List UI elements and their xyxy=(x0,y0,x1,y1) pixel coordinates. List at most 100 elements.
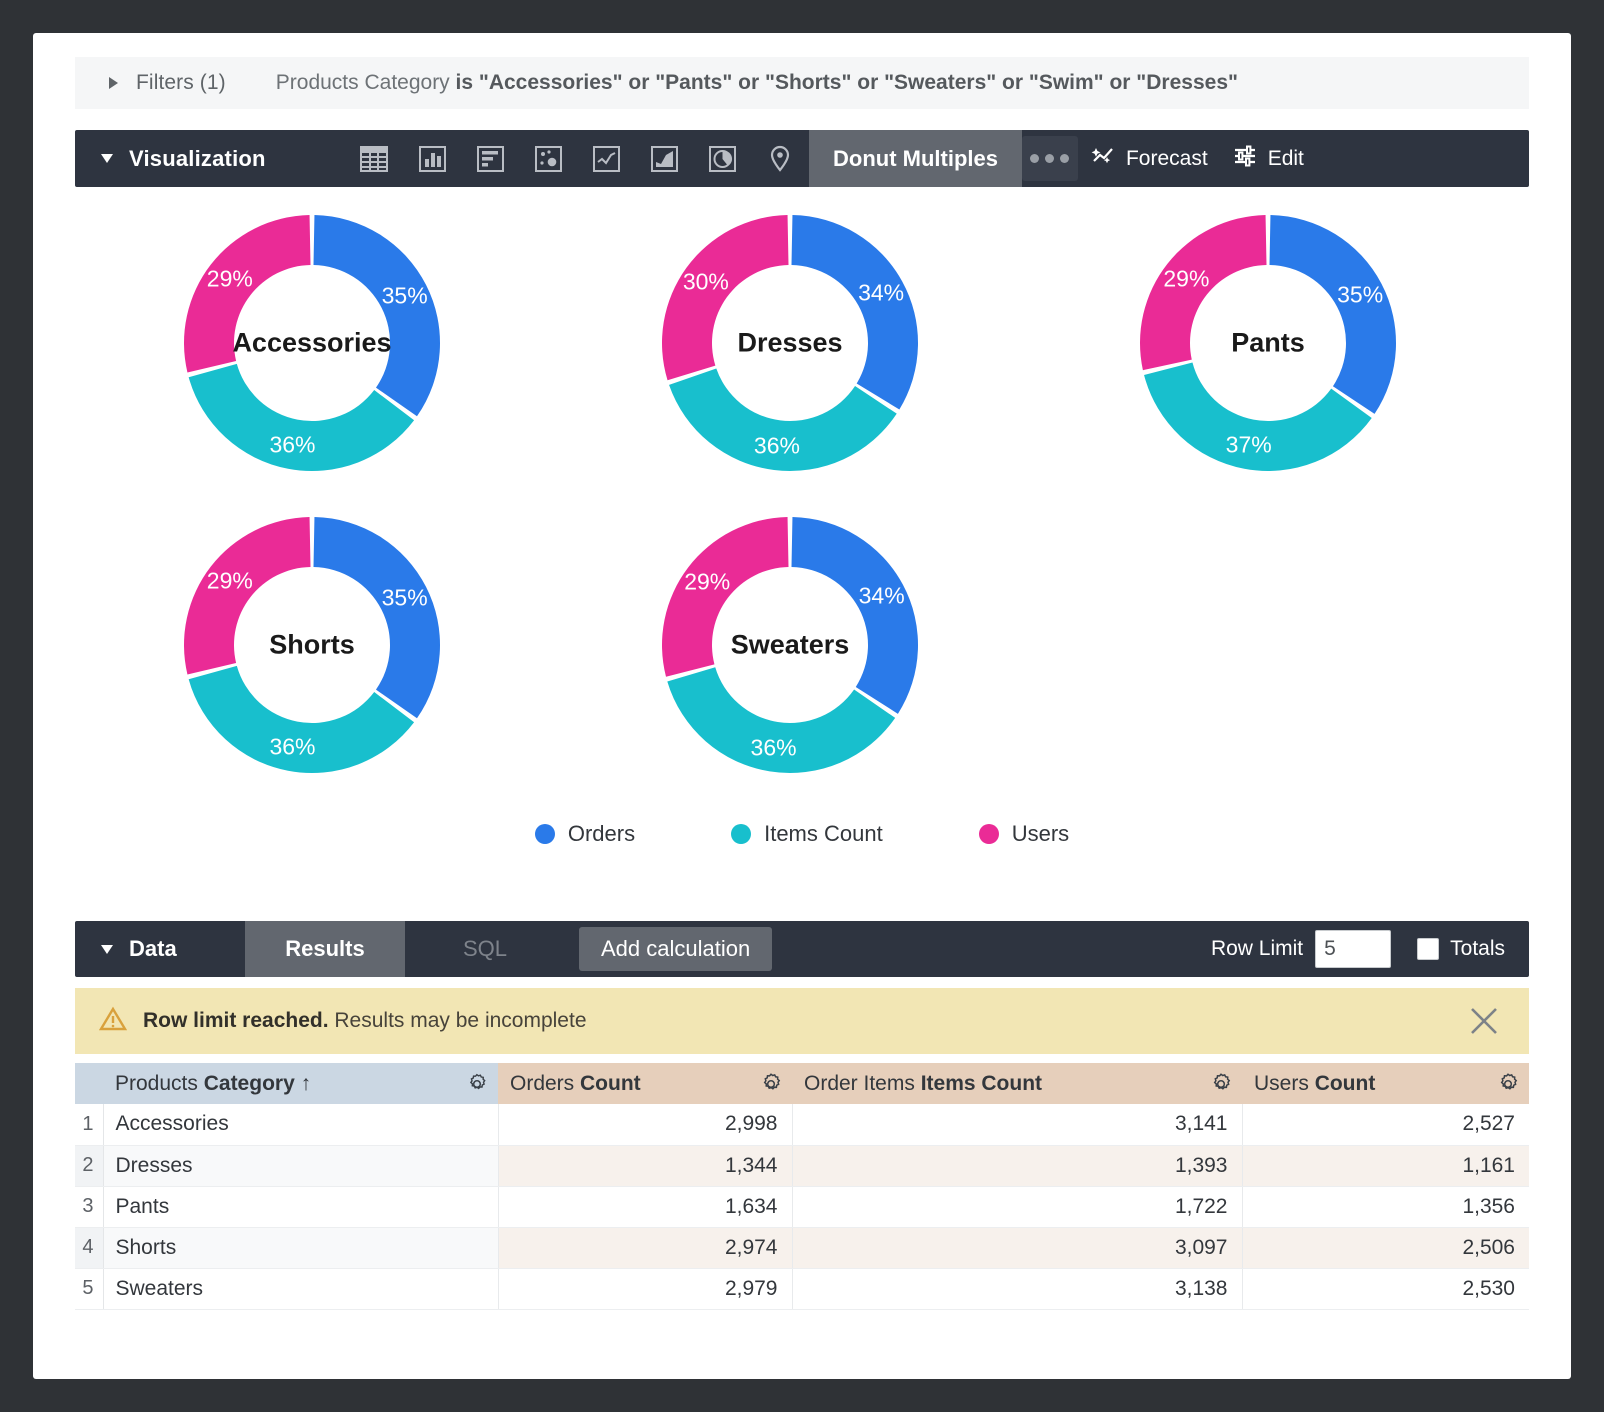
tab-sql[interactable]: SQL xyxy=(405,921,565,977)
visualization-section-toggle[interactable]: Visualization xyxy=(75,130,345,187)
cell-items-count[interactable]: 3,141 xyxy=(792,1104,1242,1145)
cell-products-category[interactable]: Pants xyxy=(103,1186,498,1227)
donut-slice-orders[interactable] xyxy=(313,215,440,416)
header-bold: Count xyxy=(580,1072,641,1095)
warning-triangle-icon xyxy=(99,1006,127,1037)
totals-checkbox[interactable]: Totals xyxy=(1417,921,1505,977)
line-chart-icon[interactable] xyxy=(577,130,635,187)
donut-chart-shorts: Shorts35%36%29% xyxy=(75,495,549,795)
table-row[interactable]: 2Dresses1,3441,3931,161 xyxy=(75,1145,1529,1186)
tab-results[interactable]: Results xyxy=(245,921,405,977)
ellipsis-icon[interactable] xyxy=(1022,136,1078,181)
table-row[interactable]: 1Accessories2,9983,1412,527 xyxy=(75,1104,1529,1145)
row-number-header xyxy=(75,1063,103,1104)
cell-orders-count[interactable]: 1,634 xyxy=(498,1186,792,1227)
cell-items-count[interactable]: 3,097 xyxy=(792,1227,1242,1268)
totals-label: Totals xyxy=(1450,937,1505,961)
filters-toggle[interactable]: Filters (1) xyxy=(75,57,226,109)
gear-icon[interactable] xyxy=(465,1072,489,1096)
table-row[interactable]: 3Pants1,6341,7221,356 xyxy=(75,1186,1529,1227)
visualization-title: Visualization xyxy=(129,146,266,172)
column-header-order-items-items-count[interactable]: Order Items Items Count xyxy=(792,1063,1242,1104)
donut-slice-users[interactable] xyxy=(662,215,789,380)
donut-slice-users[interactable] xyxy=(184,517,311,674)
edit-button[interactable]: Edit xyxy=(1220,130,1316,187)
donut-slice-users[interactable] xyxy=(184,215,311,372)
donut-slice-orders[interactable] xyxy=(1269,215,1396,414)
data-section-toggle[interactable]: Data xyxy=(75,921,245,977)
donut-slice-items-count[interactable] xyxy=(189,666,414,773)
header-bold: Items Count xyxy=(921,1072,1042,1095)
results-table: Products Category ↑ Orders Count xyxy=(75,1063,1529,1310)
gear-icon[interactable] xyxy=(1209,1072,1233,1096)
cell-products-category[interactable]: Sweaters xyxy=(103,1268,498,1309)
cell-orders-count[interactable]: 2,998 xyxy=(498,1104,792,1145)
legend-item-users[interactable]: Users xyxy=(979,821,1069,847)
pie-chart-icon[interactable] xyxy=(693,130,751,187)
header-bold: Count xyxy=(1315,1072,1376,1095)
donut-ring: Dresses34%36%30% xyxy=(640,193,940,493)
donut-slice-orders[interactable] xyxy=(791,517,918,714)
donut-slice-orders[interactable] xyxy=(313,517,440,718)
donut-chart-pants: Pants35%37%29% xyxy=(1031,193,1505,493)
row-number: 2 xyxy=(75,1145,103,1186)
column-header-products-category[interactable]: Products Category ↑ xyxy=(103,1063,498,1104)
column-chart-icon[interactable] xyxy=(403,130,461,187)
data-title: Data xyxy=(129,936,177,962)
cell-products-category[interactable]: Shorts xyxy=(103,1227,498,1268)
filters-label: Filters (1) xyxy=(136,71,226,95)
bar-chart-icon[interactable] xyxy=(461,130,519,187)
gear-icon[interactable] xyxy=(1496,1072,1520,1096)
visualization-toolbar: Visualization xyxy=(75,130,1529,187)
close-icon[interactable] xyxy=(1467,1004,1501,1038)
legend-item-items-count[interactable]: Items Count xyxy=(731,821,883,847)
cell-items-count[interactable]: 3,138 xyxy=(792,1268,1242,1309)
row-limit-input[interactable] xyxy=(1315,930,1391,968)
cell-users-count[interactable]: 2,530 xyxy=(1242,1268,1529,1309)
filter-expression[interactable]: Products Category is "Accessories" or "P… xyxy=(276,71,1238,95)
donut-grid: Accessories35%36%29% Dresses34%36%30% Pant… xyxy=(75,193,1529,813)
area-chart-icon[interactable] xyxy=(635,130,693,187)
table-row[interactable]: 5Sweaters2,9793,1382,530 xyxy=(75,1268,1529,1309)
header-prefix: Orders xyxy=(510,1072,580,1095)
cell-orders-count[interactable]: 1,344 xyxy=(498,1145,792,1186)
data-toolbar: Data Results SQL Add calculation Row Lim… xyxy=(75,921,1529,977)
cell-orders-count[interactable]: 2,979 xyxy=(498,1268,792,1309)
donut-slice-users[interactable] xyxy=(662,517,789,677)
cell-users-count[interactable]: 1,356 xyxy=(1242,1186,1529,1227)
chart-legend: Orders Items Count Users xyxy=(75,821,1529,847)
column-header-users-count[interactable]: Users Count xyxy=(1242,1063,1529,1104)
cell-users-count[interactable]: 2,527 xyxy=(1242,1104,1529,1145)
donut-slice-orders[interactable] xyxy=(791,215,918,409)
gear-icon[interactable] xyxy=(759,1072,783,1096)
legend-item-orders[interactable]: Orders xyxy=(535,821,635,847)
sort-ascending-icon: ↑ xyxy=(295,1072,311,1095)
row-number: 3 xyxy=(75,1186,103,1227)
forecast-label: Forecast xyxy=(1126,147,1208,171)
cell-users-count[interactable]: 1,161 xyxy=(1242,1145,1529,1186)
legend-color-dot xyxy=(535,824,555,844)
cell-products-category[interactable]: Accessories xyxy=(103,1104,498,1145)
cell-products-category[interactable]: Dresses xyxy=(103,1145,498,1186)
legend-label: Users xyxy=(1012,821,1069,847)
donut-ring: Pants35%37%29% xyxy=(1118,193,1418,493)
table-icon[interactable] xyxy=(345,130,403,187)
selected-visualization-chip[interactable]: Donut Multiples xyxy=(809,130,1022,187)
add-calculation-button[interactable]: Add calculation xyxy=(579,927,772,971)
donut-slice-items-count[interactable] xyxy=(189,364,414,471)
table-row[interactable]: 4Shorts2,9743,0972,506 xyxy=(75,1227,1529,1268)
map-pin-icon[interactable] xyxy=(751,130,809,187)
cell-items-count[interactable]: 1,393 xyxy=(792,1145,1242,1186)
forecast-button[interactable]: Forecast xyxy=(1078,130,1220,187)
column-header-orders-count[interactable]: Orders Count xyxy=(498,1063,792,1104)
cell-orders-count[interactable]: 2,974 xyxy=(498,1227,792,1268)
filters-bar: Filters (1) Products Category is "Access… xyxy=(75,57,1529,109)
filter-expression-field: Products Category xyxy=(276,71,456,94)
cell-items-count[interactable]: 1,722 xyxy=(792,1186,1242,1227)
scatter-plot-icon[interactable] xyxy=(519,130,577,187)
legend-color-dot xyxy=(731,824,751,844)
cell-users-count[interactable]: 2,506 xyxy=(1242,1227,1529,1268)
table-header-row: Products Category ↑ Orders Count xyxy=(75,1063,1529,1104)
donut-chart-accessories: Accessories35%36%29% xyxy=(75,193,549,493)
donut-slice-users[interactable] xyxy=(1140,215,1267,370)
